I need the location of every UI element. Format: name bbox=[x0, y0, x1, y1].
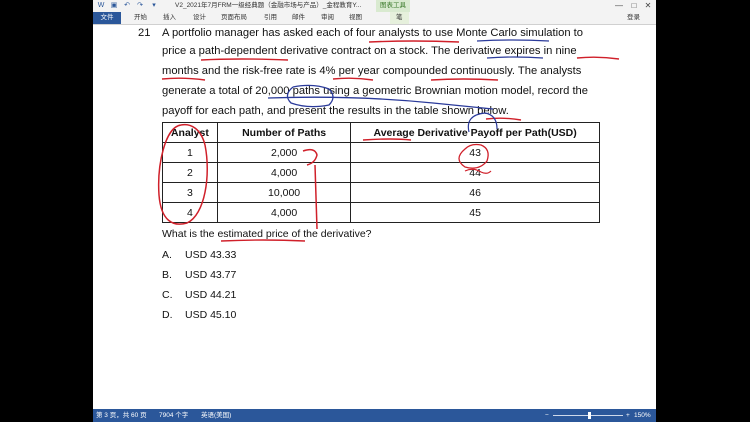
ink-blue-underline-monte-carlo bbox=[476, 39, 550, 42]
undo-icon[interactable]: ↶ bbox=[123, 2, 131, 10]
table-cell: 1 bbox=[162, 142, 218, 163]
table-row: 1 2,000 43 bbox=[162, 142, 600, 163]
table-cell: 3 bbox=[162, 182, 218, 203]
table-cell: 2,000 bbox=[216, 142, 352, 163]
header-analyst: Analyst bbox=[162, 122, 218, 143]
table-row: 3 10,000 46 bbox=[162, 182, 600, 203]
option-text: USD 43.33 bbox=[185, 249, 237, 261]
tab-review[interactable]: 审阅 bbox=[321, 12, 334, 24]
table-cell: 10,000 bbox=[216, 182, 352, 203]
option-letter: B. bbox=[162, 269, 172, 281]
tab-mailings[interactable]: 邮件 bbox=[292, 12, 305, 24]
save-icon[interactable]: ▣ bbox=[110, 2, 118, 10]
tab-home[interactable]: 开始 bbox=[134, 12, 147, 24]
option-text: USD 45.10 bbox=[185, 309, 237, 321]
tab-view[interactable]: 视图 bbox=[349, 12, 362, 24]
option-d[interactable]: D. USD 45.10 bbox=[162, 309, 236, 321]
table-row: 4 4,000 45 bbox=[162, 202, 600, 223]
context-tab-chart-tools[interactable]: 图表工具 bbox=[376, 0, 410, 12]
table-cell: 44 bbox=[350, 162, 600, 183]
ink-underline-analysts bbox=[368, 40, 460, 43]
table-cell: 4,000 bbox=[216, 202, 352, 223]
tab-file[interactable]: 文件 bbox=[93, 12, 121, 24]
ribbon-tabs: 文件 开始 插入 设计 页面布局 引用 邮件 审阅 视图 笔 登录 bbox=[93, 12, 656, 25]
word-count[interactable]: 7904 个字 bbox=[159, 409, 188, 422]
table-cell: 46 bbox=[350, 182, 600, 203]
redo-icon[interactable]: ↷ bbox=[136, 2, 144, 10]
question-line-1: A portfolio manager has asked each of fo… bbox=[162, 27, 584, 39]
zoom-level[interactable]: 150% bbox=[634, 409, 651, 422]
tab-insert[interactable]: 插入 bbox=[163, 12, 176, 24]
close-button[interactable]: ✕ bbox=[642, 0, 654, 12]
table-header-row: Analyst Number of Paths Average Derivati… bbox=[162, 122, 600, 143]
table-cell: 4 bbox=[162, 202, 218, 223]
question-line-2: price a path-dependent derivative contra… bbox=[162, 45, 577, 57]
header-number-of-paths: Number of Paths bbox=[216, 122, 352, 143]
option-a[interactable]: A. USD 43.33 bbox=[162, 249, 236, 261]
ink-underline-path-dependent bbox=[200, 58, 289, 61]
title-bar: W ▣ ↶ ↷ ▾ V2_2021年7月FRM一级经典题（金融市场与产品）_金程… bbox=[93, 0, 656, 12]
question-line-4: generate a total of 20,000 paths using a… bbox=[162, 85, 589, 97]
minimize-button[interactable]: — bbox=[613, 0, 625, 12]
tab-page-layout[interactable]: 页面布局 bbox=[221, 12, 247, 24]
document-title: V2_2021年7月FRM一级经典题（金融市场与产品）_金程教育Y... bbox=[175, 2, 362, 9]
ink-underline-rate bbox=[332, 77, 374, 81]
tab-design[interactable]: 设计 bbox=[193, 12, 206, 24]
word-window: W ▣ ↶ ↷ ▾ V2_2021年7月FRM一级经典题（金融市场与产品）_金程… bbox=[93, 0, 656, 422]
table-cell: 2 bbox=[162, 162, 218, 183]
tab-references[interactable]: 引用 bbox=[264, 12, 277, 24]
sign-in-link[interactable]: 登录 bbox=[627, 12, 640, 24]
document-page[interactable]: 21 A portfolio manager has asked each of… bbox=[93, 25, 656, 409]
zoom-in-button[interactable]: + bbox=[626, 409, 630, 422]
header-average-payoff: Average Derivative Payoff per Path(USD) bbox=[350, 122, 600, 143]
ink-underline-below bbox=[485, 117, 522, 121]
results-table: Analyst Number of Paths Average Derivati… bbox=[162, 122, 600, 223]
zoom-slider[interactable] bbox=[553, 412, 623, 419]
zoom-slider-handle[interactable] bbox=[588, 412, 591, 419]
option-b[interactable]: B. USD 43.77 bbox=[162, 269, 236, 281]
option-letter: D. bbox=[162, 309, 173, 321]
ink-underline-estimated-price bbox=[220, 239, 306, 242]
tab-pen[interactable]: 笔 bbox=[390, 12, 409, 24]
option-letter: C. bbox=[162, 289, 173, 301]
table-cell: 4,000 bbox=[216, 162, 352, 183]
option-text: USD 44.21 bbox=[185, 289, 237, 301]
option-text: USD 43.77 bbox=[185, 269, 237, 281]
ink-underline-compounded bbox=[430, 78, 499, 81]
question-line-3: months and the risk-free rate is 4% per … bbox=[162, 65, 582, 77]
language-indicator[interactable]: 英语(美国) bbox=[201, 409, 231, 422]
page-count[interactable]: 第 3 页，共 60 页 bbox=[96, 409, 147, 422]
table-cell: 43 bbox=[350, 142, 600, 163]
question-prompt: What is the estimated price of the deriv… bbox=[162, 228, 372, 240]
word-app-icon: W bbox=[97, 2, 105, 9]
option-letter: A. bbox=[162, 249, 172, 261]
question-number: 21 bbox=[138, 27, 151, 39]
table-cell: 45 bbox=[350, 202, 600, 223]
status-bar: 第 3 页，共 60 页 7904 个字 英语(美国) − + 150% bbox=[93, 409, 656, 422]
option-c[interactable]: C. USD 44.21 bbox=[162, 289, 236, 301]
maximize-button[interactable]: □ bbox=[628, 0, 640, 12]
zoom-out-button[interactable]: − bbox=[545, 409, 549, 422]
ink-blue-underline-expires bbox=[486, 56, 544, 59]
question-line-5: payoff for each path, and present the re… bbox=[162, 105, 509, 117]
customize-qat-icon[interactable]: ▾ bbox=[150, 2, 158, 10]
table-row: 2 4,000 44 bbox=[162, 162, 600, 183]
